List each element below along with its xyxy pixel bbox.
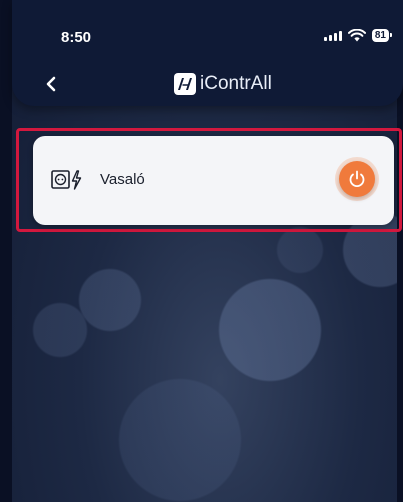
device-card[interactable]: Vasaló [33,136,394,225]
device-name: Vasaló [100,171,145,188]
back-button[interactable] [42,72,62,96]
app-header: 8:50 81 iContrAll [12,0,403,106]
logo-text: iContrAll [200,73,272,94]
signal-icon [323,30,342,41]
app-screen: 8:50 81 iContrAll Vasaló [0,0,403,502]
logo-mark-icon [174,73,196,95]
status-time: 8:50 [61,29,92,46]
power-button[interactable] [339,161,375,197]
battery-icon: 81 [371,29,393,42]
socket-power-icon [51,170,82,190]
status-icons: 81 [323,29,393,42]
power-icon [349,170,365,188]
wifi-icon [347,29,366,42]
screen-edge-left [0,0,12,502]
app-logo: iContrAll [174,73,272,95]
chevron-left-icon [46,76,56,92]
